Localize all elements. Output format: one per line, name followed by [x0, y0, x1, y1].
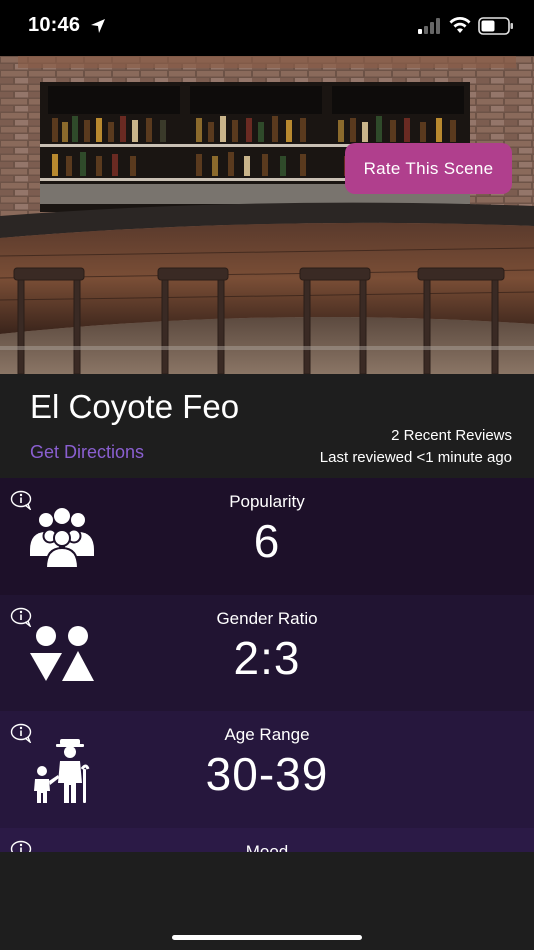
wifi-icon	[449, 17, 471, 33]
stat-value: 6	[253, 515, 281, 567]
stat-mood: Mood	[0, 828, 534, 852]
stat-gender-ratio: Gender Ratio 2:3	[0, 595, 534, 712]
venue-name: El Coyote Feo	[30, 388, 240, 425]
venue-photo: Rate This Scene	[0, 56, 534, 374]
rate-scene-button[interactable]: Rate This Scene	[345, 143, 512, 194]
stat-label: Mood	[245, 842, 289, 852]
bar-photo-illustration	[0, 56, 534, 374]
location-arrow-icon	[91, 19, 105, 33]
last-reviewed-text: Last reviewed <1 minute ago	[319, 449, 512, 466]
home-indicator[interactable]	[172, 935, 362, 940]
stat-label: Popularity	[229, 492, 305, 511]
battery-icon	[478, 17, 513, 35]
status-bar: 10:46	[0, 0, 534, 56]
cellular-signal-icon	[418, 18, 440, 34]
stat-label: Gender Ratio	[216, 609, 318, 628]
get-directions-link[interactable]: Get Directions	[30, 442, 144, 463]
stat-age-range: Age Range 30-39	[0, 711, 534, 828]
stat-label: Age Range	[224, 725, 310, 744]
venue-info: El Coyote Feo Get Directions 2 Recent Re…	[0, 374, 534, 478]
recent-reviews-count: 2 Recent Reviews	[391, 427, 512, 444]
stat-value: 30-39	[205, 748, 329, 800]
status-time: 10:46	[28, 14, 81, 36]
stat-popularity: Popularity 6	[0, 478, 534, 595]
stat-value: 2:3	[233, 632, 301, 684]
